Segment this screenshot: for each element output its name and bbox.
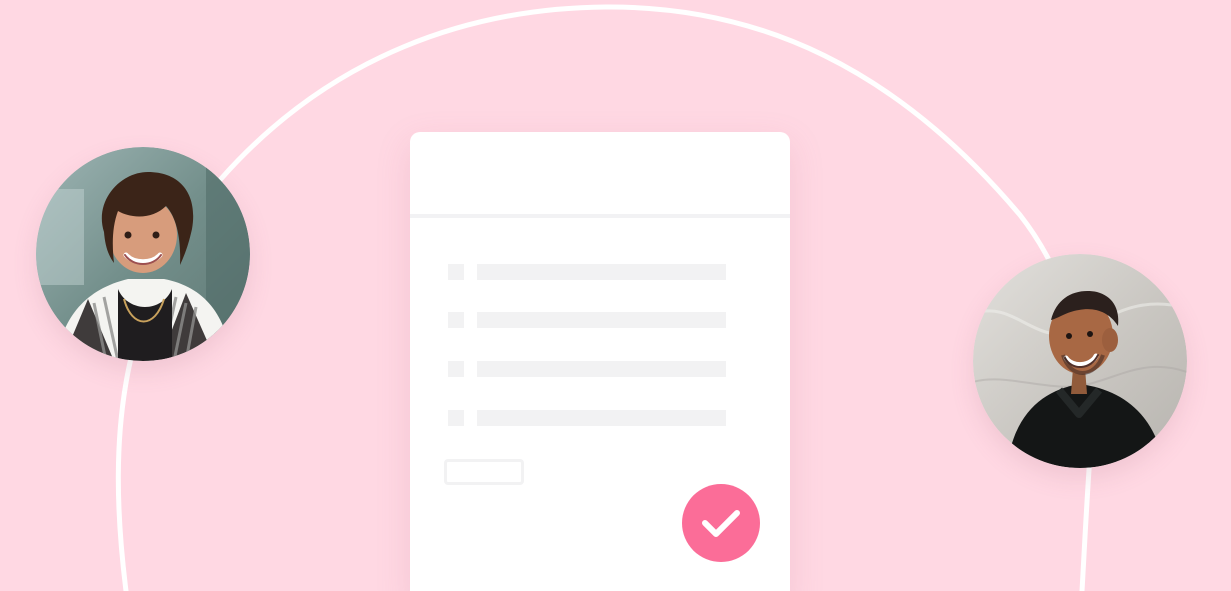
placeholder-row — [448, 361, 728, 377]
placeholder-bullet — [448, 264, 464, 280]
placeholder-bullet — [448, 410, 464, 426]
placeholder-line — [477, 312, 726, 328]
confirm-button[interactable] — [682, 484, 760, 562]
form-card — [410, 132, 790, 591]
placeholder-bullet — [448, 361, 464, 377]
card-divider — [410, 214, 790, 218]
placeholder-line — [477, 361, 726, 377]
placeholder-line — [477, 264, 726, 280]
man-avatar — [973, 254, 1187, 468]
illustration-scene — [0, 0, 1231, 591]
placeholder-row — [448, 312, 728, 328]
checkmark-icon — [702, 510, 740, 537]
placeholder-line — [477, 410, 726, 426]
secondary-placeholder-button[interactable] — [444, 459, 524, 485]
placeholder-row — [448, 264, 728, 280]
woman-avatar — [36, 147, 250, 361]
placeholder-row — [448, 410, 728, 426]
placeholder-bullet — [448, 312, 464, 328]
